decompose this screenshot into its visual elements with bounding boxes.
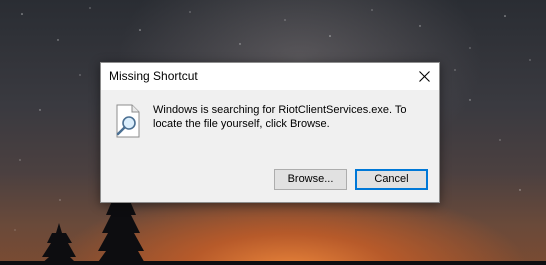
dialog-message: Windows is searching for RiotClientServi… [153, 104, 407, 130]
title-bar: Missing Shortcut [101, 63, 439, 90]
dialog-title: Missing Shortcut [109, 69, 198, 83]
close-button[interactable] [409, 63, 439, 90]
missing-shortcut-dialog: Missing Shortcut Windows is searching fo… [100, 62, 440, 203]
browse-button[interactable]: Browse... [274, 169, 347, 190]
close-icon [418, 71, 430, 82]
dialog-content: Windows is searching for RiotClientServi… [101, 90, 439, 202]
cancel-button[interactable]: Cancel [355, 169, 428, 190]
document-search-icon [116, 104, 140, 138]
